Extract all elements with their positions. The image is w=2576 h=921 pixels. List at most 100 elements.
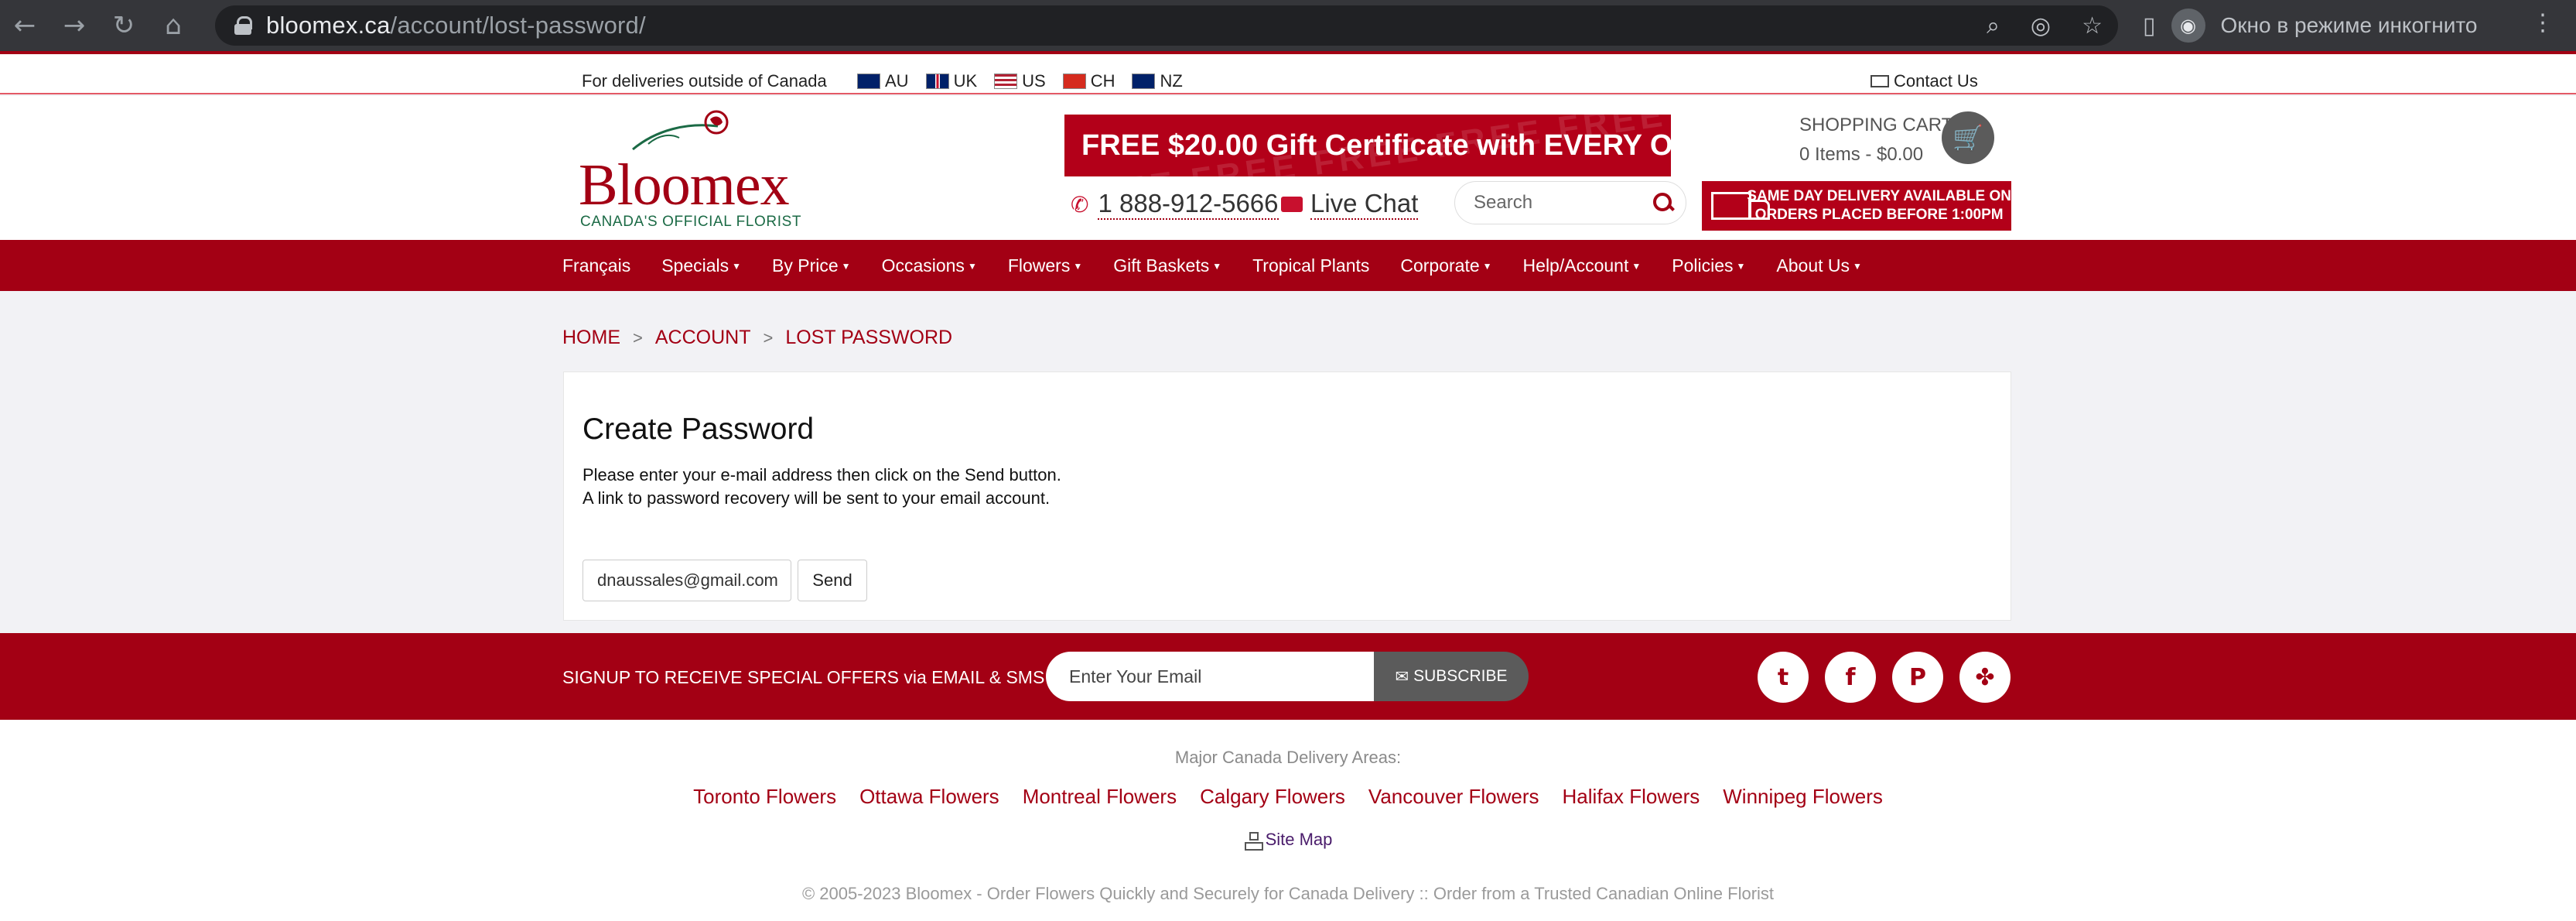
phone-link[interactable]: ✆ 1 888-912-5666 xyxy=(1071,189,1279,220)
star-icon[interactable]: ☆ xyxy=(2082,12,2103,39)
sitemap-icon xyxy=(1244,832,1263,851)
breadcrumb-separator: > xyxy=(633,327,643,348)
nav-item-flowers[interactable]: Flowers ▼ xyxy=(1008,255,1082,276)
same-day-line-2: ORDERS PLACED BEFORE 1:00PM xyxy=(1754,207,2004,223)
newsletter-signup: SIGNUP TO RECEIVE SPECIAL OFFERS via EMA… xyxy=(0,633,2576,720)
country-link-uk[interactable]: UK xyxy=(925,71,977,91)
send-button[interactable]: Send xyxy=(798,560,867,601)
bloomex-logo[interactable]: Bloomex CANADA'S OFFICIAL FLORIST xyxy=(579,107,801,230)
facebook-icon[interactable]: f xyxy=(1825,652,1876,703)
nav-item-specials[interactable]: Specials ▼ xyxy=(661,255,741,276)
area-link-toronto-flowers[interactable]: Toronto Flowers xyxy=(693,785,836,809)
forward-icon[interactable]: → xyxy=(50,0,99,51)
lost-password-card: Create Password Please enter your e-mail… xyxy=(563,371,2011,621)
newsletter-email-input[interactable] xyxy=(1046,652,1374,701)
nav-item-corporate[interactable]: Corporate ▼ xyxy=(1400,255,1491,276)
site-map-link[interactable]: Site Map xyxy=(0,830,2576,851)
nav-item-about-us[interactable]: About Us ▼ xyxy=(1776,255,1862,276)
nav-item-by-price[interactable]: By Price ▼ xyxy=(772,255,851,276)
nav-item-help-account[interactable]: Help/Account ▼ xyxy=(1523,255,1642,276)
area-link-vancouver-flowers[interactable]: Vancouver Flowers xyxy=(1368,785,1539,809)
flag-us-icon xyxy=(994,74,1018,89)
phone-number: 1 888-912-5666 xyxy=(1098,189,1279,220)
logo-wordmark: Bloomex xyxy=(579,152,790,217)
breadcrumb-account[interactable]: ACCOUNT xyxy=(655,327,751,349)
kebab-icon[interactable]: ⋮ xyxy=(2531,9,2554,36)
subscribe-button[interactable]: ✉ SUBSCRIBE xyxy=(1374,652,1529,701)
chat-icon xyxy=(1281,197,1303,212)
flag-au-icon xyxy=(857,74,880,89)
lock-icon[interactable] xyxy=(234,16,252,35)
caret-down-icon: ▼ xyxy=(1631,261,1642,272)
zoom-icon[interactable]: ⌕ xyxy=(1987,12,2000,39)
caret-down-icon: ▼ xyxy=(1482,261,1492,272)
nav-item-occasions[interactable]: Occasions ▼ xyxy=(882,255,977,276)
promo-text: FREE $20.00 Gift Certificate with EVERY … xyxy=(1081,128,1671,162)
back-icon[interactable]: ← xyxy=(0,0,50,51)
site-footer: Major Canada Delivery Areas: Toronto Flo… xyxy=(0,720,2576,921)
shopping-cart[interactable]: SHOPPING CART 0 Items - $0.00 xyxy=(1799,115,1952,166)
instruction-line-1: Please enter your e-mail address then cl… xyxy=(583,465,1061,484)
email-field[interactable] xyxy=(583,560,791,601)
pinterest-icon[interactable]: P xyxy=(1892,652,1943,703)
country-link-nz[interactable]: NZ xyxy=(1132,71,1183,91)
search-icon[interactable] xyxy=(1652,191,1675,214)
same-day-line-1: SAME DAY DELIVERY AVAILABLE ON xyxy=(1747,188,2011,204)
area-link-montreal-flowers[interactable]: Montreal Flowers xyxy=(1023,785,1177,809)
nav-item-policies[interactable]: Policies ▼ xyxy=(1672,255,1745,276)
reload-icon[interactable]: ↻ xyxy=(99,0,149,51)
home-icon[interactable]: ⌂ xyxy=(149,0,198,51)
delivery-areas-title: Major Canada Delivery Areas: xyxy=(1174,748,1402,767)
country-link-ch[interactable]: CH xyxy=(1062,71,1115,91)
nav-list: Français Specials ▼ By Price ▼ Occasions ▼ Flow… xyxy=(562,255,1893,276)
site-search xyxy=(1454,181,1686,224)
url-text[interactable]: bloomex.ca/account/lost-password/ xyxy=(266,12,646,39)
breadcrumb-current[interactable]: LOST PASSWORD xyxy=(785,327,952,349)
cart-icon[interactable]: 🛒 xyxy=(1942,111,1994,164)
twitter-icon[interactable]: t xyxy=(1758,652,1809,703)
flag-uk-icon xyxy=(925,74,949,89)
logo-tagline: CANADA'S OFFICIAL FLORIST xyxy=(580,214,802,230)
caret-down-icon: ▼ xyxy=(1073,261,1083,272)
caret-down-icon: ▼ xyxy=(1853,261,1862,272)
incognito-icon[interactable]: ◉ xyxy=(2171,9,2205,43)
live-chat-label: Live Chat xyxy=(1310,189,1419,220)
gift-certificate-banner[interactable]: FREE $20.00 Gift Certificate with EVERY … xyxy=(1064,115,1671,176)
area-link-ottawa-flowers[interactable]: Ottawa Flowers xyxy=(859,785,999,809)
outside-canada-label: For deliveries outside of Canada xyxy=(582,71,827,91)
cart-title: SHOPPING CART xyxy=(1799,115,1953,135)
caret-down-icon: ▼ xyxy=(1212,261,1222,272)
area-link-calgary-flowers[interactable]: Calgary Flowers xyxy=(1200,785,1345,809)
envelope-icon xyxy=(1871,75,1889,87)
caret-down-icon: ▼ xyxy=(841,261,851,272)
delivery-areas-links: Toronto Flowers Ottawa Flowers Montreal Fl… xyxy=(0,785,2576,809)
eye-off-icon[interactable]: ◎ xyxy=(2031,12,2051,39)
page: For deliveries outside of Canada AU UK U… xyxy=(0,51,2576,921)
signup-label: SIGNUP TO RECEIVE SPECIAL OFFERS via EMA… xyxy=(562,667,1045,687)
country-link-au[interactable]: AU xyxy=(857,71,909,91)
nav-item-fran-ais[interactable]: Français xyxy=(562,255,630,276)
envelope-icon: ✉ xyxy=(1395,667,1409,686)
country-links: AU UK US CH NZ xyxy=(857,71,1183,91)
area-link-halifax-flowers[interactable]: Halifax Flowers xyxy=(1563,785,1700,809)
copyright-text: © 2005-2023 Bloomex - Order Flowers Quic… xyxy=(801,884,1775,903)
area-link-winnipeg-flowers[interactable]: Winnipeg Flowers xyxy=(1723,785,1883,809)
nav-item-gift-baskets[interactable]: Gift Baskets ▼ xyxy=(1113,255,1221,276)
contact-us-link[interactable]: Contact Us xyxy=(1871,71,1978,91)
browser-toolbar: ← → ↻ ⌂ bloomex.ca/account/lost-password… xyxy=(0,0,2576,51)
breadcrumb-home[interactable]: HOME xyxy=(562,327,620,349)
breadcrumb-separator: > xyxy=(763,327,774,348)
country-link-us[interactable]: US xyxy=(994,71,1046,91)
same-day-delivery-banner[interactable]: SAME DAY DELIVERY AVAILABLE ON ORDERS PL… xyxy=(1702,181,2011,231)
page-title: Create Password xyxy=(583,413,815,446)
search-input[interactable] xyxy=(1474,192,1644,214)
breadcrumb: HOME > ACCOUNT > LOST PASSWORD xyxy=(562,327,952,349)
nav-item-tropical-plants[interactable]: Tropical Plants xyxy=(1252,255,1369,276)
sidepanel-icon[interactable]: ▯ xyxy=(2143,12,2156,39)
caret-down-icon: ▼ xyxy=(1736,261,1746,272)
live-chat-link[interactable]: Live Chat xyxy=(1281,189,1419,220)
caret-down-icon: ▼ xyxy=(732,261,742,272)
incognito-label[interactable]: Окно в режиме инкогнито xyxy=(2221,13,2478,38)
address-bar[interactable]: bloomex.ca/account/lost-password/ ⌕ ◎ ☆ xyxy=(215,5,2118,46)
handshake-icon[interactable]: ✤ xyxy=(1959,652,2011,703)
